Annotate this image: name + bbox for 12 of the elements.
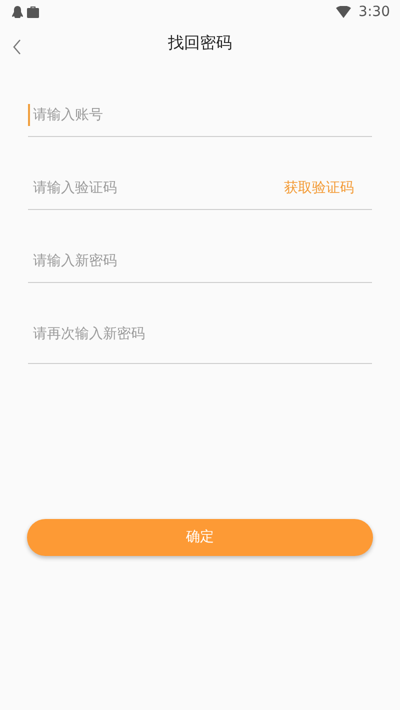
bag-icon xyxy=(27,6,39,18)
page-title: 找回密码 xyxy=(168,32,232,54)
confirm-button[interactable]: 确定 xyxy=(27,519,373,556)
wifi-icon xyxy=(336,6,351,18)
penguin-icon xyxy=(12,6,23,18)
input-field[interactable]: 请输入账号 xyxy=(28,104,372,126)
input-field[interactable]: 请再次输入新密码 xyxy=(28,323,372,345)
input-field[interactable]: 请输入验证码 xyxy=(28,177,284,199)
back-icon[interactable] xyxy=(12,38,22,55)
get-code-button[interactable]: 获取验证码 xyxy=(284,178,372,199)
status-time: 3:30 xyxy=(358,2,390,22)
input-field[interactable]: 请输入新密码 xyxy=(28,250,372,272)
